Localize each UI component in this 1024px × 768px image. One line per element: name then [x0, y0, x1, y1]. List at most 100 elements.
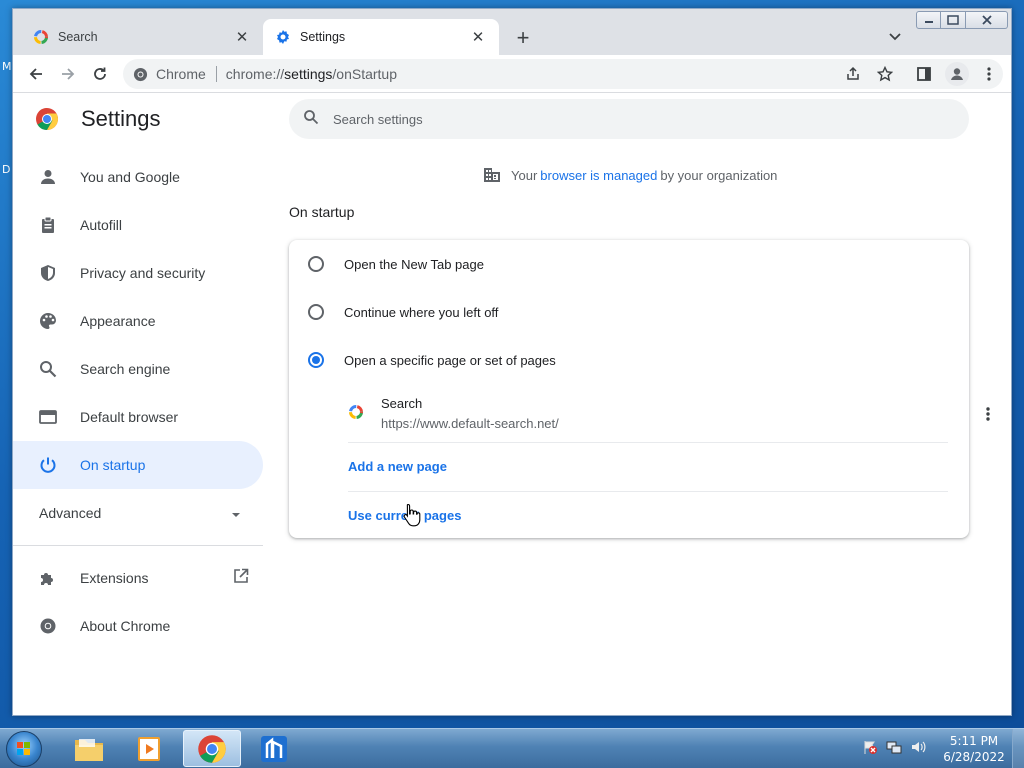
forward-button[interactable]: [56, 62, 80, 86]
close-tab-icon[interactable]: ✕: [233, 28, 251, 46]
app-icon: [261, 735, 287, 762]
hand-cursor-icon: [402, 503, 422, 527]
settings-search[interactable]: [289, 99, 969, 139]
taskbar-chrome[interactable]: [183, 730, 241, 767]
managed-link[interactable]: browser is managed: [540, 168, 657, 183]
clock-time: 5:11 PM: [949, 734, 999, 748]
tab-search[interactable]: Search ✕: [21, 19, 263, 55]
new-tab-button[interactable]: +: [511, 25, 535, 50]
back-button[interactable]: [24, 62, 48, 86]
managed-suffix: by your organization: [660, 167, 778, 183]
tab-search-chevron-icon[interactable]: [885, 27, 905, 47]
browser-window: Search ✕ Settings ✕ + Chrome chrome://se…: [12, 8, 1012, 716]
building-icon: [483, 167, 501, 183]
tab-title: Settings: [300, 30, 346, 44]
sidebar-item-on-startup[interactable]: On startup: [13, 441, 263, 489]
maximize-button[interactable]: [941, 11, 966, 29]
gear-icon: [275, 29, 291, 45]
caret-down-icon: [231, 505, 241, 521]
puzzle-icon: [37, 567, 59, 589]
taskbar-file-explorer[interactable]: [60, 730, 118, 767]
url-text: chrome://settings/onStartup: [226, 66, 397, 82]
sidebar-item-label: Default browser: [80, 409, 179, 425]
startup-page-url: https://www.default-search.net/: [381, 416, 559, 431]
taskbar-app[interactable]: [245, 730, 303, 767]
omnibox-separator: [215, 66, 217, 82]
show-desktop-button[interactable]: [1012, 729, 1024, 768]
shield-icon: [37, 262, 59, 284]
radio-new-tab-page[interactable]: Open the New Tab page: [308, 252, 484, 276]
sidebar-item-label: You and Google: [80, 169, 180, 185]
search-input[interactable]: [333, 111, 893, 127]
browser-toolbar: Chrome chrome://settings/onStartup: [13, 55, 1011, 93]
sidebar-item-label: Appearance: [80, 313, 156, 329]
settings-page: Settings You and Google Autofill Privacy…: [13, 93, 1011, 715]
url-path: /onStartup: [332, 66, 398, 82]
sidebar-item-search-engine[interactable]: Search engine: [13, 345, 263, 393]
desktop-text-fragment: M: [2, 60, 12, 73]
settings-nav: You and Google Autofill Privacy and secu…: [13, 153, 269, 650]
managed-notice: Your browser is managed by your organiza…: [483, 167, 777, 183]
clock-date: 6/28/2022: [943, 750, 1005, 764]
sidebar-item-extensions[interactable]: Extensions: [13, 554, 263, 602]
nav-divider: [13, 545, 263, 546]
share-icon[interactable]: [841, 62, 865, 86]
sidebar-item-default-browser[interactable]: Default browser: [13, 393, 263, 441]
radio-label: Open the New Tab page: [344, 256, 484, 272]
taskbar-media-player[interactable]: [121, 730, 179, 767]
advanced-label: Advanced: [39, 505, 102, 521]
start-button[interactable]: [6, 731, 42, 767]
media-player-icon: [138, 736, 160, 761]
sidebar-item-you-and-google[interactable]: You and Google: [13, 153, 263, 201]
add-new-page-link[interactable]: Add a new page: [348, 459, 447, 474]
radio-button[interactable]: [308, 304, 324, 320]
sidebar-item-appearance[interactable]: Appearance: [13, 297, 263, 345]
menu-kebab-icon[interactable]: [977, 62, 1001, 86]
sidebar-item-label: Search engine: [80, 361, 171, 377]
tab-strip: Search ✕ Settings ✕ +: [13, 9, 1011, 55]
chrome-logo-icon: [198, 734, 226, 763]
radio-specific-pages[interactable]: Open a specific page or set of pages: [308, 348, 556, 372]
sidebar-item-label: About Chrome: [80, 618, 171, 634]
radio-button[interactable]: [308, 256, 324, 272]
sidebar-item-label: Autofill: [80, 217, 123, 233]
volume-icon[interactable]: [910, 739, 926, 760]
tab-settings[interactable]: Settings ✕: [263, 19, 499, 55]
sidebar-item-autofill[interactable]: Autofill: [13, 201, 263, 249]
action-center-flag-icon[interactable]: [862, 739, 878, 760]
desktop-text-fragment: D: [2, 163, 11, 176]
bookmark-star-icon[interactable]: [873, 62, 897, 86]
tab-title: Search: [58, 30, 98, 44]
startup-page-entry: Search https://www.default-search.net/: [348, 392, 990, 440]
chrome-chip: Chrome: [133, 66, 206, 82]
reload-button[interactable]: [88, 62, 112, 86]
close-tab-icon[interactable]: ✕: [469, 28, 487, 46]
sidebar-item-about-chrome[interactable]: About Chrome: [13, 602, 263, 650]
search-favicon-icon: [348, 404, 364, 420]
sidebar-item-label: Privacy and security: [80, 265, 206, 281]
side-panel-icon[interactable]: [912, 62, 936, 86]
address-bar[interactable]: Chrome chrome://settings/onStartup: [123, 59, 1003, 89]
page-title: Settings: [81, 106, 161, 131]
radio-button-selected[interactable]: [308, 352, 324, 368]
divider: [348, 491, 948, 492]
radio-label: Open a specific page or set of pages: [344, 352, 556, 368]
taskbar: 5:11 PM 6/28/2022: [0, 728, 1024, 768]
sidebar-item-privacy-security[interactable]: Privacy and security: [13, 249, 263, 297]
managed-prefix: Your: [511, 167, 538, 183]
minimize-button[interactable]: [916, 11, 941, 29]
profile-avatar-icon[interactable]: [945, 62, 969, 86]
network-icon[interactable]: [886, 739, 902, 760]
url-scheme: chrome://: [225, 66, 285, 82]
radio-label: Continue where you left off: [344, 304, 499, 320]
sidebar-item-advanced[interactable]: Advanced: [13, 489, 253, 537]
more-options-icon[interactable]: [978, 402, 998, 426]
startup-page-name: Search: [381, 396, 423, 411]
close-window-button[interactable]: [966, 11, 1008, 29]
browser-window-icon: [37, 406, 59, 428]
clipboard-icon: [37, 214, 59, 236]
folder-icon: [75, 738, 103, 761]
radio-continue[interactable]: Continue where you left off: [308, 300, 498, 324]
search-favicon-icon: [33, 29, 49, 45]
system-clock[interactable]: 5:11 PM 6/28/2022: [938, 733, 1010, 765]
